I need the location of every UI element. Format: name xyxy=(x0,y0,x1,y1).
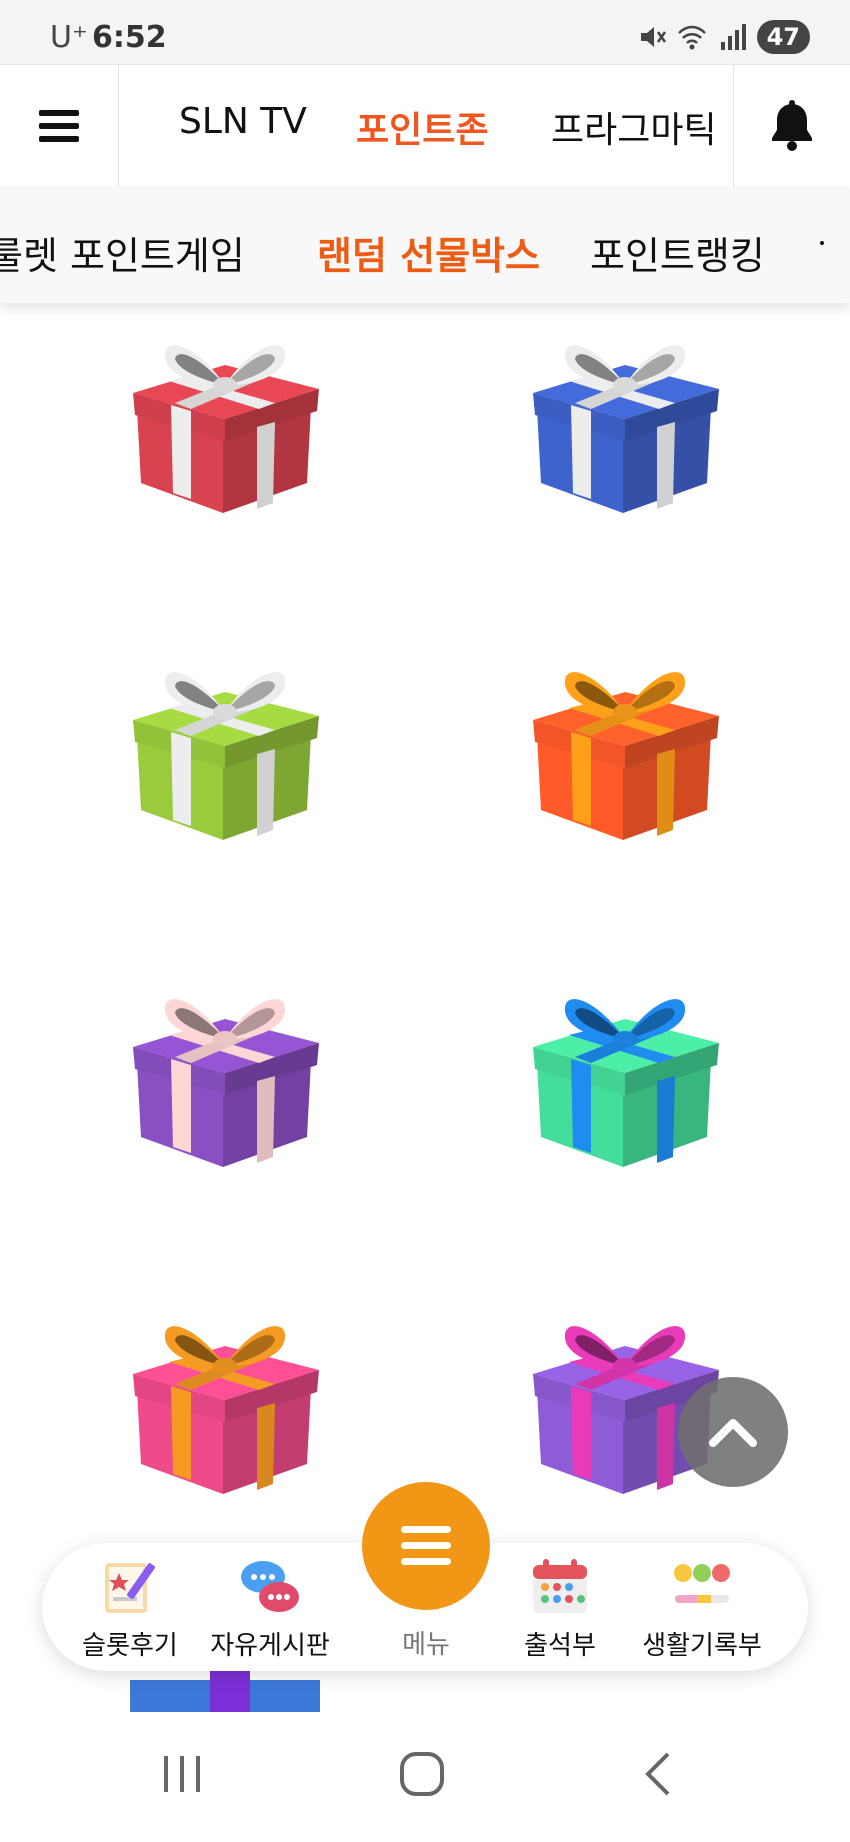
emoji-scale-icon xyxy=(674,1564,730,1603)
scroll-to-top-button[interactable] xyxy=(678,1377,788,1487)
gift-box-purple[interactable] xyxy=(125,977,325,1177)
home-icon[interactable] xyxy=(398,1750,446,1798)
gift-box-pink[interactable] xyxy=(125,1304,325,1504)
sub-navigation: 룰렛 포인트게임 랜덤 선물박스 포인트랭킹 xyxy=(0,187,850,303)
hamburger-menu-button[interactable] xyxy=(0,65,119,187)
dock-label-slot-review: 슬롯후기 xyxy=(82,1631,178,1661)
status-icons: 47 xyxy=(637,20,810,54)
notification-button[interactable] xyxy=(733,65,850,187)
dock-label-attendance: 출석부 xyxy=(524,1631,596,1661)
gift-box-red[interactable] xyxy=(125,323,325,523)
top-navigation: SLN TV 포인트존 프라그마틱 xyxy=(0,64,850,188)
tab-pragmatic[interactable]: 프라그마틱 xyxy=(551,101,717,153)
dock-item-slot-review[interactable]: 슬롯후기 xyxy=(60,1555,200,1662)
gift-box-blue[interactable] xyxy=(525,323,725,523)
dock-item-life-record[interactable]: 생활기록부 xyxy=(632,1555,772,1662)
more-indicator xyxy=(820,241,824,245)
bell-icon xyxy=(772,100,812,151)
tab-point-zone[interactable]: 포인트존 xyxy=(356,101,488,153)
recent-apps-icon[interactable] xyxy=(160,1752,204,1796)
chevron-up-icon xyxy=(709,1419,757,1447)
signal-icon xyxy=(720,24,746,50)
dock-item-attendance[interactable]: 출석부 xyxy=(490,1555,630,1662)
gift-box-green[interactable] xyxy=(125,650,325,850)
back-icon[interactable] xyxy=(642,1750,674,1798)
top-tabs: SLN TV 포인트존 프라그마틱 xyxy=(119,65,733,187)
carrier-label: U⁺ xyxy=(50,20,88,55)
gift-box-orange[interactable] xyxy=(525,650,725,850)
mute-icon xyxy=(640,27,666,47)
menu-fab-button[interactable] xyxy=(362,1482,490,1610)
dock-item-free-board[interactable]: 자유게시판 xyxy=(200,1555,340,1662)
calendar-icon xyxy=(533,1559,587,1613)
battery-indicator: 47 xyxy=(756,20,810,54)
clock: 6:52 xyxy=(92,20,167,55)
notepad-pencil-icon xyxy=(105,1563,155,1613)
tab-sln-tv[interactable]: SLN TV xyxy=(179,101,307,142)
gift-box-mint[interactable] xyxy=(525,977,725,1177)
chat-bubbles-icon xyxy=(241,1561,299,1612)
subtab-point-ranking[interactable]: 포인트랭킹 xyxy=(590,225,765,280)
hamburger-icon xyxy=(401,1526,451,1565)
subtab-random-gift-box[interactable]: 랜덤 선물박스 xyxy=(317,225,540,280)
menu-fab-label: 메뉴 xyxy=(402,1630,450,1660)
dock-label-free-board: 자유게시판 xyxy=(210,1631,330,1661)
wifi-icon xyxy=(677,25,706,50)
dock-label-life-record: 생활기록부 xyxy=(642,1631,762,1661)
subtab-roulette-point-game[interactable]: 룰렛 포인트게임 xyxy=(0,225,245,280)
hamburger-icon xyxy=(39,110,79,142)
system-navigation-bar xyxy=(0,1712,850,1842)
